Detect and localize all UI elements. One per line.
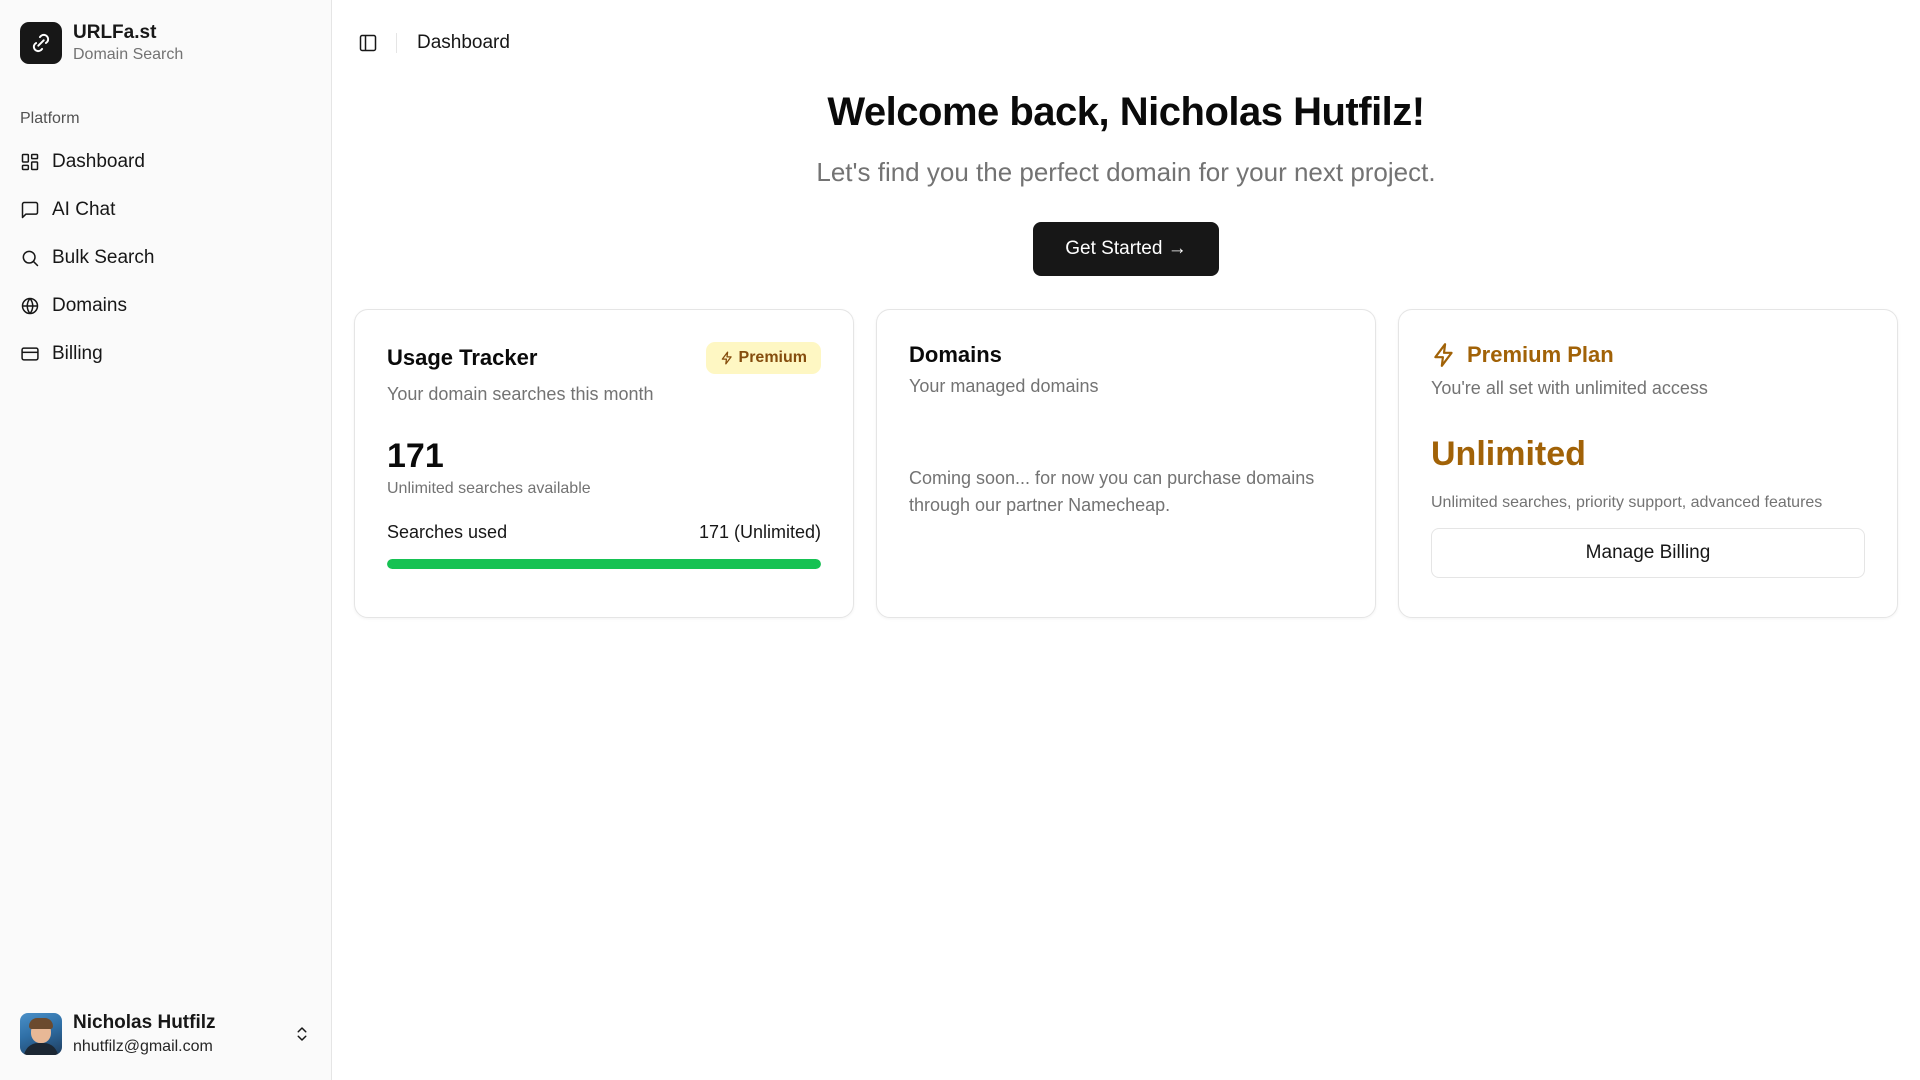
premium-badge-label: Premium <box>738 349 807 366</box>
usage-row-label: Searches used <box>387 522 508 542</box>
sidebar-item-domains[interactable]: Domains <box>12 282 319 330</box>
sidebar-item-label: AI Chat <box>52 199 116 220</box>
main-content: Dashboard Welcome back, Nicholas Hutfilz… <box>332 0 1920 1080</box>
card-row: Usage Tracker Premium Your domain search… <box>332 309 1920 618</box>
search-count: 171 <box>387 437 444 475</box>
manage-billing-button[interactable]: Manage Billing <box>1431 528 1865 578</box>
sidebar-toggle-button[interactable] <box>354 29 382 57</box>
page-title: Welcome back, Nicholas Hutfilz! <box>827 90 1425 134</box>
dashboard-icon <box>20 152 40 172</box>
brand-logo-icon <box>20 22 62 64</box>
page-subtitle: Let's find you the perfect domain for yo… <box>816 157 1436 187</box>
app-root: URLFa.st Domain Search Platform Dashboar… <box>0 0 1920 1080</box>
sidebar-item-label: Domains <box>52 295 127 316</box>
plan-title: Premium Plan <box>1431 342 1865 368</box>
plan-title-label: Premium Plan <box>1467 342 1614 367</box>
brand[interactable]: URLFa.st Domain Search <box>0 0 331 66</box>
topbar: Dashboard <box>332 0 1920 86</box>
domains-card-description: Your managed domains <box>909 376 1099 396</box>
nav-group-label: Platform <box>20 110 80 127</box>
usage-progress-fill <box>387 559 821 569</box>
sidebar-item-ai-chat[interactable]: AI Chat <box>12 186 319 234</box>
sidebar-item-dashboard[interactable]: Dashboard <box>12 138 319 186</box>
usage-row: Searches used 171 (Unlimited) <box>387 522 821 543</box>
panel-left-icon <box>359 34 377 52</box>
sidebar-nav: Dashboard AI Chat Bulk Search Domains Bi… <box>0 138 331 378</box>
brand-subtitle: Domain Search <box>73 45 184 63</box>
zap-icon <box>1434 343 1453 367</box>
topbar-divider <box>396 33 397 53</box>
search-count-caption: Unlimited searches available <box>387 480 591 497</box>
hero: Welcome back, Nicholas Hutfilz! Let's fi… <box>332 90 1920 276</box>
domains-card: Domains Your managed domains Coming soon… <box>876 309 1376 618</box>
domains-card-title: Domains <box>909 342 1002 367</box>
sidebar-item-bulk-search[interactable]: Bulk Search <box>12 234 319 282</box>
message-icon <box>20 200 40 220</box>
zap-icon <box>721 351 732 365</box>
breadcrumb: Dashboard <box>417 32 510 53</box>
domains-coming-soon: Coming soon... for now you can purchase … <box>909 468 1315 515</box>
get-started-button[interactable]: Get Started → <box>1033 222 1219 276</box>
premium-badge: Premium <box>705 342 821 374</box>
sidebar-item-label: Billing <box>52 343 103 364</box>
avatar <box>20 1013 62 1055</box>
usage-tracker-card: Usage Tracker Premium Your domain search… <box>354 309 854 618</box>
sidebar: URLFa.st Domain Search Platform Dashboar… <box>0 0 332 1080</box>
usage-card-description: Your domain searches this month <box>387 384 654 404</box>
premium-plan-card: Premium Plan You're all set with unlimit… <box>1398 309 1898 618</box>
sidebar-item-billing[interactable]: Billing <box>12 330 319 378</box>
sidebar-item-label: Bulk Search <box>52 247 155 268</box>
usage-progress-bar <box>387 559 821 569</box>
chevrons-up-down-icon <box>297 1027 307 1041</box>
usage-card-title: Usage Tracker <box>387 345 538 370</box>
usage-row-value: 171 (Unlimited) <box>698 522 821 542</box>
globe-icon <box>20 296 40 316</box>
plan-headline: Unlimited <box>1431 435 1586 473</box>
brand-name: URLFa.st <box>73 21 157 43</box>
user-menu[interactable]: Nicholas Hutfilz nhutfilz@gmail.com <box>12 1004 319 1064</box>
user-text: Nicholas Hutfilz nhutfilz@gmail.com <box>73 1012 293 1056</box>
user-name: Nicholas Hutfilz <box>73 1012 216 1033</box>
plan-features: Unlimited searches, priority support, ad… <box>1431 494 1823 511</box>
credit-card-icon <box>20 344 40 364</box>
sidebar-item-label: Dashboard <box>52 151 145 172</box>
brand-text: URLFa.st Domain Search <box>73 22 183 64</box>
plan-description: You're all set with unlimited access <box>1431 378 1708 398</box>
search-icon <box>20 248 40 268</box>
user-email: nhutfilz@gmail.com <box>73 1037 213 1055</box>
